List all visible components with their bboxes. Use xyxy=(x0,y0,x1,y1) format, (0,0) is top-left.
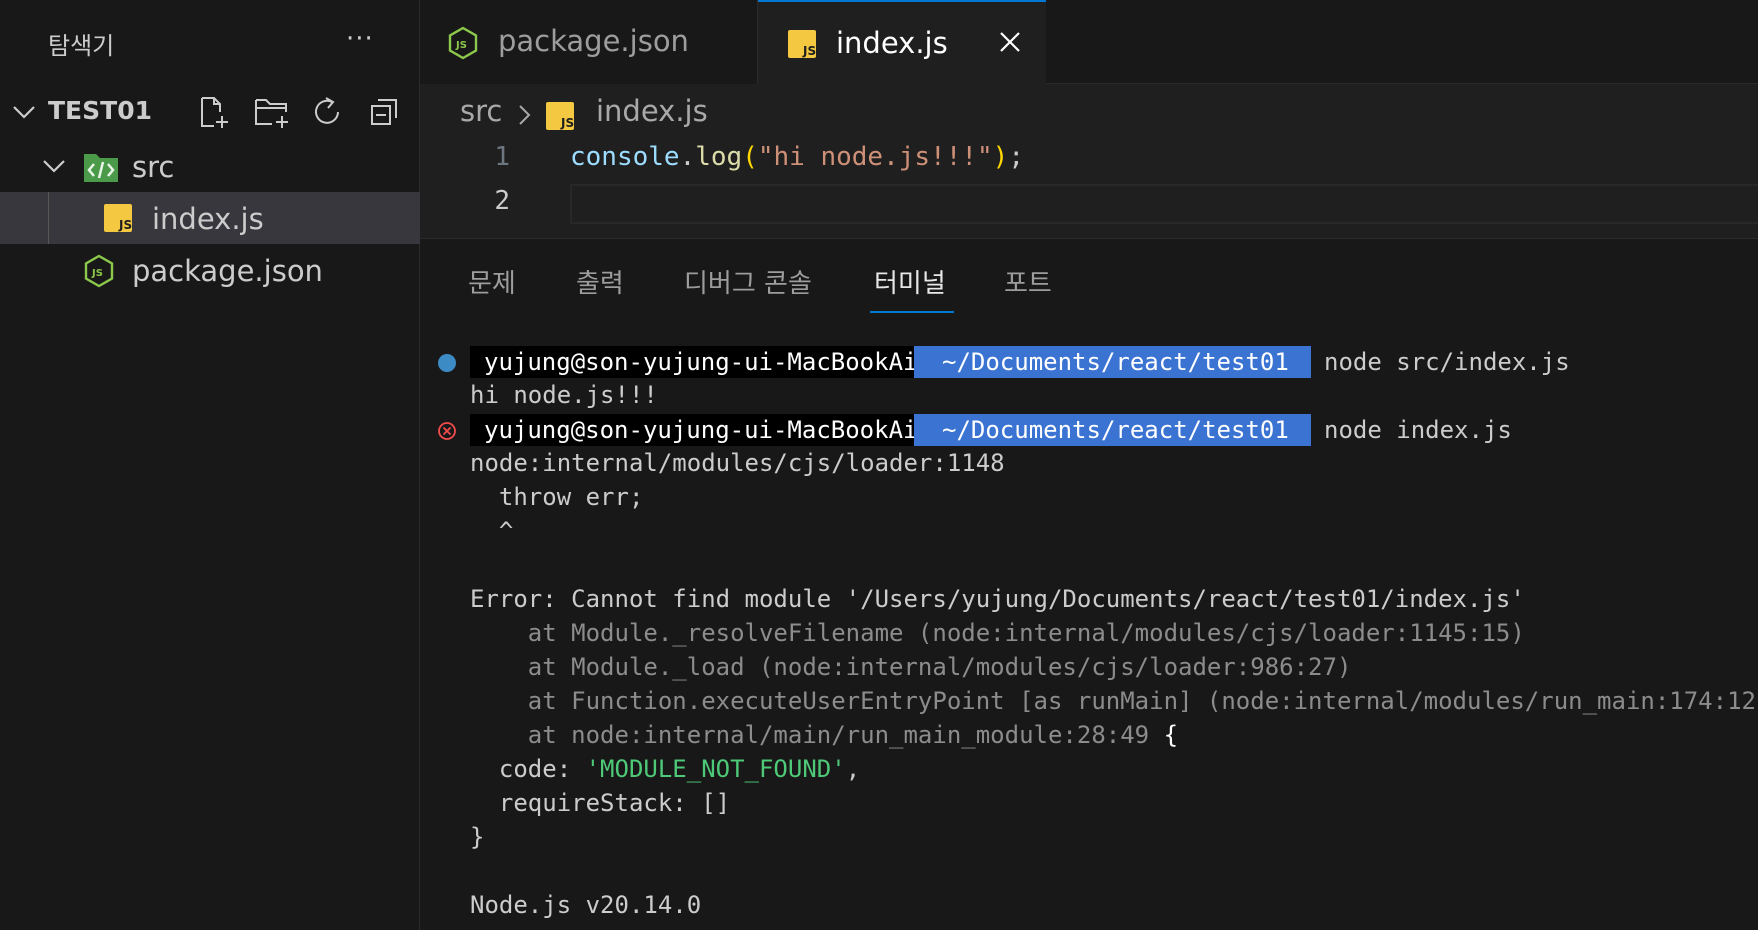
tab-package-json[interactable]: JS package.json xyxy=(420,0,758,84)
chevron-right-icon xyxy=(519,105,531,125)
tree-file-index-js[interactable]: JS index.js xyxy=(0,192,420,244)
prompt-separator xyxy=(1290,346,1304,378)
new-folder-icon[interactable] xyxy=(252,92,288,132)
stack-line: at Module._resolveFilename (node:interna… xyxy=(470,619,1525,647)
explorer-title: 탐색기 xyxy=(48,32,115,60)
terminal-error-message: Error: Cannot find module '/Users/yujung… xyxy=(470,585,1525,613)
project-header[interactable]: TEST01 xyxy=(0,92,420,132)
code-line: console.log("hi node.js!!!"); xyxy=(570,142,1024,172)
panel-tab-debug-console[interactable]: 디버그 콘솔 xyxy=(684,263,812,300)
panel-tab-ports[interactable]: 포트 xyxy=(1004,263,1052,300)
js-file-icon: JS xyxy=(104,204,132,232)
stack-line: at node:internal/main/run_main_module:28… xyxy=(470,721,1179,749)
terminal-output: ^ xyxy=(470,517,514,545)
breadcrumb-item[interactable]: src xyxy=(460,94,502,128)
active-tab-underline xyxy=(870,311,954,313)
tree-item-label: src xyxy=(132,150,175,184)
node-icon: JS xyxy=(84,254,114,288)
svg-text:JS: JS xyxy=(560,116,574,130)
svg-text:JS: JS xyxy=(118,218,132,232)
js-file-icon: JS xyxy=(788,30,816,58)
chevron-down-icon xyxy=(13,106,35,119)
success-dot-icon xyxy=(438,354,456,372)
prompt-path: ~/Documents/react/test01 xyxy=(914,414,1311,446)
breadcrumb: src JS index.js xyxy=(420,90,1758,134)
node-icon: JS xyxy=(448,26,478,60)
svg-text:JS: JS xyxy=(802,44,816,58)
explorer-sidebar: 탐색기 ··· TEST01 src JS index.js JS packag… xyxy=(0,0,420,930)
terminal-output: code: 'MODULE_NOT_FOUND', xyxy=(470,755,861,783)
new-file-icon[interactable] xyxy=(196,92,232,132)
js-file-icon: JS xyxy=(546,102,574,130)
stack-line: at Module._load (node:internal/modules/c… xyxy=(470,653,1352,681)
breadcrumb-item[interactable]: index.js xyxy=(596,94,708,128)
panel-tab-problems[interactable]: 문제 xyxy=(468,263,516,300)
tree-folder-src[interactable]: src xyxy=(0,140,420,192)
panel-tab-output[interactable]: 출력 xyxy=(576,263,624,300)
current-line-highlight xyxy=(570,184,1758,224)
terminal-output: throw err; xyxy=(470,483,644,511)
terminal-output: } xyxy=(470,823,485,851)
svg-text:JS: JS xyxy=(455,40,467,51)
tab-label: package.json xyxy=(498,24,689,58)
terminal-output: Node.js v20.14.0 xyxy=(470,891,702,919)
indent-guide xyxy=(48,192,49,244)
svg-text:JS: JS xyxy=(91,268,103,279)
terminal-command: node index.js xyxy=(1324,416,1512,444)
editor-area: JS package.json JS index.js src JS index… xyxy=(420,0,1758,930)
tree-item-label: package.json xyxy=(132,254,323,288)
close-icon[interactable] xyxy=(996,28,1024,56)
prompt-path: ~/Documents/react/test01 xyxy=(914,346,1311,378)
refresh-icon[interactable] xyxy=(310,92,346,132)
collapse-all-icon[interactable] xyxy=(366,92,402,132)
tab-label: index.js xyxy=(836,26,948,60)
prompt-user: yujung@son-yujung-ui-MacBookAir xyxy=(470,346,946,378)
panel-tab-terminal[interactable]: 터미널 xyxy=(874,263,946,300)
folder-src-icon xyxy=(84,154,118,182)
line-number: 1 xyxy=(494,142,510,172)
prompt-separator xyxy=(1290,414,1304,446)
stack-line: at Function.executeUserEntryPoint [as ru… xyxy=(470,687,1758,715)
project-name: TEST01 xyxy=(48,96,152,125)
terminal-output: hi node.js!!! xyxy=(470,381,658,409)
error-circle-icon xyxy=(438,422,456,440)
editor-tab-bar: JS package.json JS index.js xyxy=(420,0,1758,85)
prompt-user: yujung@son-yujung-ui-MacBookAir xyxy=(470,414,946,446)
code-editor[interactable]: 1 console.log("hi node.js!!!"); 2 xyxy=(420,138,1758,230)
tab-index-js[interactable]: JS index.js xyxy=(758,0,1046,85)
terminal-output: node:internal/modules/cjs/loader:1148 xyxy=(470,449,1005,477)
line-number: 2 xyxy=(494,186,510,216)
tree-file-package-json[interactable]: JS package.json xyxy=(0,244,420,296)
tree-item-label: index.js xyxy=(152,202,264,236)
ellipsis-icon[interactable]: ··· xyxy=(346,24,374,54)
chevron-down-icon xyxy=(43,160,65,173)
terminal-command: node src/index.js xyxy=(1324,348,1570,376)
terminal-output: requireStack: [] xyxy=(470,789,731,817)
